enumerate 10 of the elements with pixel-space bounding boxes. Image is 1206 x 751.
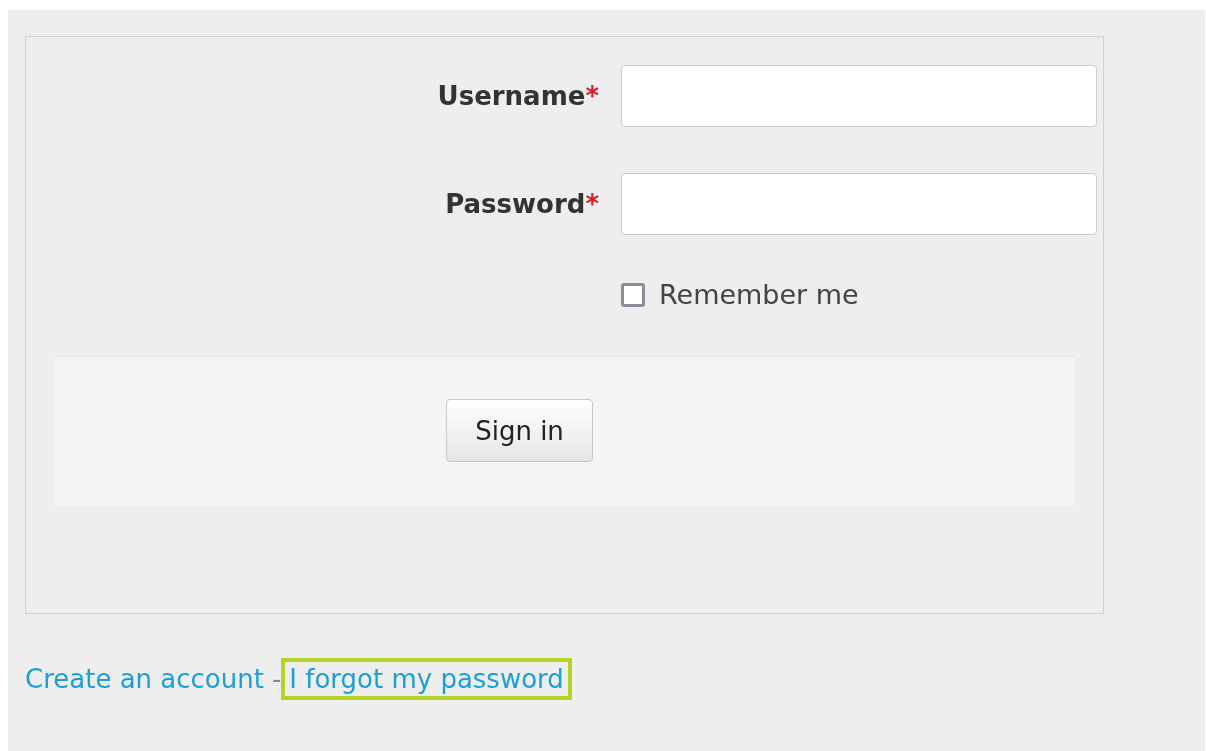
checkbox[interactable] xyxy=(621,282,645,307)
field-label: Username* xyxy=(437,81,599,111)
input-field[interactable] xyxy=(621,65,1097,127)
link[interactable]: I forgot my password xyxy=(283,660,570,698)
input-field[interactable] xyxy=(621,173,1097,235)
separator: - xyxy=(271,664,282,694)
field-label: Password* xyxy=(445,189,599,219)
link[interactable]: Create an account xyxy=(19,660,270,698)
sign-in-button[interactable]: Sign in xyxy=(446,399,593,462)
checkbox-label: Remember me xyxy=(659,279,859,310)
